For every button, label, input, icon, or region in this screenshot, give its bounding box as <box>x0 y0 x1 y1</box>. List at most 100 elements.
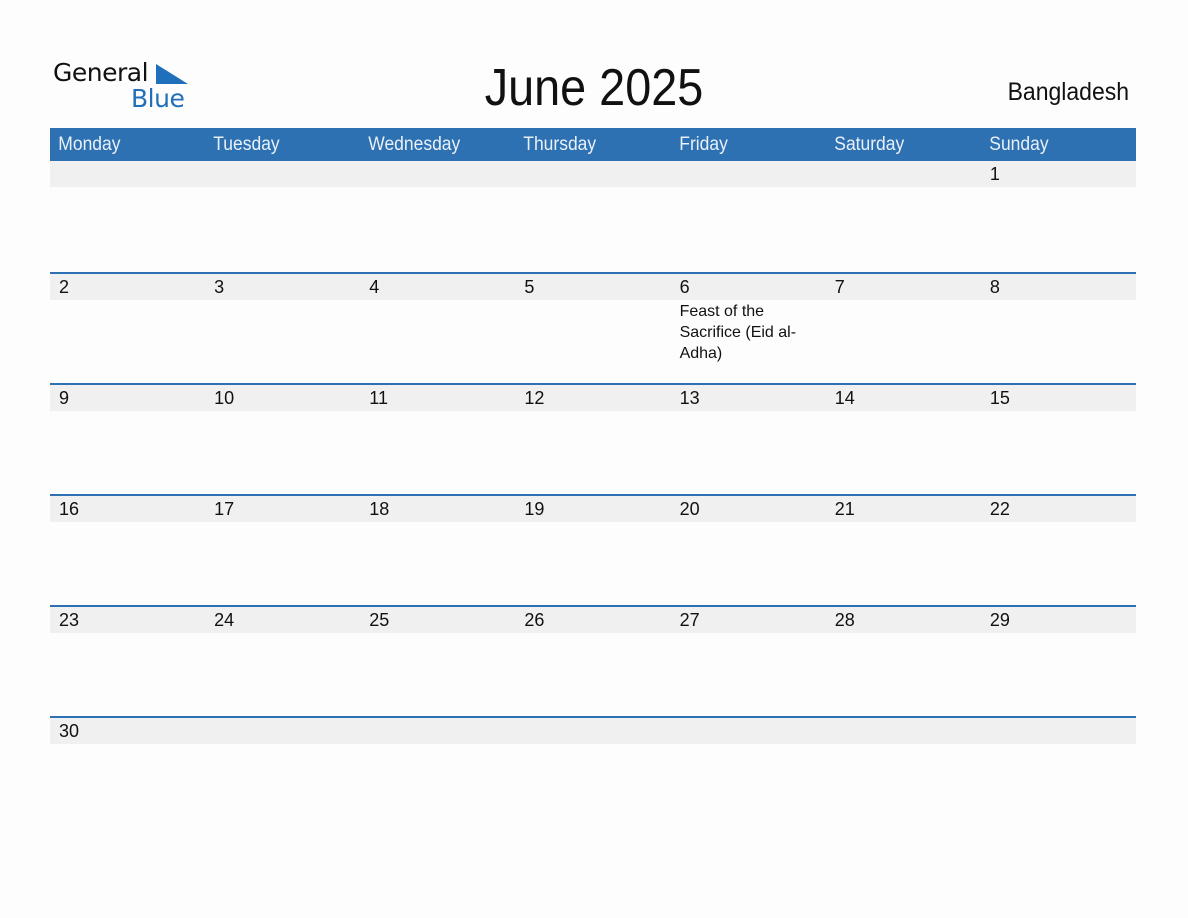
day-number: 13 <box>679 388 700 408</box>
day-number: 25 <box>369 610 390 630</box>
week-cells: 23 24 25 26 27 28 29 <box>50 607 1136 707</box>
day-cell <box>826 161 981 261</box>
day-number <box>826 718 981 744</box>
day-cell <box>360 161 515 261</box>
day-cell: 21 <box>826 496 981 596</box>
weekday-thursday: Thursday <box>523 134 597 155</box>
day-number: 23 <box>59 610 80 630</box>
day-number: 18 <box>369 499 390 519</box>
day-number: 29 <box>989 610 1010 630</box>
day-cell: 2 <box>50 274 205 374</box>
day-number: 15 <box>989 388 1010 408</box>
calendar-title: June 2025 <box>484 59 704 117</box>
day-cell <box>205 718 360 818</box>
day-cell: 4 <box>360 274 515 374</box>
day-number: 22 <box>989 499 1010 519</box>
day-cell: 27 <box>671 607 826 707</box>
day-number: 26 <box>524 610 545 630</box>
day-number <box>981 718 1136 744</box>
weekday-friday: Friday <box>678 134 728 155</box>
day-cell <box>826 718 981 818</box>
weekday-tuesday: Tuesday <box>213 134 280 155</box>
day-cell: 12 <box>515 385 670 485</box>
day-cell: 19 <box>515 496 670 596</box>
day-number <box>515 161 670 187</box>
day-cell: 24 <box>205 607 360 707</box>
day-number: 20 <box>679 499 700 519</box>
day-cell <box>515 161 670 261</box>
day-cell: 30 <box>50 718 205 818</box>
day-cell: 25 <box>360 607 515 707</box>
day-number: 3 <box>214 277 225 297</box>
week-row: 23 24 25 26 27 28 29 <box>50 605 1136 716</box>
day-cell: 15 <box>981 385 1136 485</box>
day-cell: 5 <box>515 274 670 374</box>
day-cell <box>671 161 826 261</box>
day-cell <box>671 718 826 818</box>
weekday-monday: Monday <box>58 134 121 155</box>
weekday-wednesday: Wednesday <box>368 134 461 155</box>
day-cell: 11 <box>360 385 515 485</box>
day-cell: 9 <box>50 385 205 485</box>
day-cell: 6 Feast of the Sacrifice (Eid al-Adha) <box>671 274 826 374</box>
week-cells: 30 <box>50 718 1136 818</box>
day-number: 12 <box>524 388 545 408</box>
calendar-grid: Monday Tuesday Wednesday Thursday Friday… <box>50 128 1136 827</box>
day-number: 1 <box>989 164 1000 184</box>
day-number: 4 <box>369 277 380 297</box>
day-number: 14 <box>834 388 855 408</box>
week-row: 30 <box>50 716 1136 827</box>
day-cell: 16 <box>50 496 205 596</box>
week-cells: 16 17 18 19 20 21 22 <box>50 496 1136 596</box>
week-cells: 9 10 11 12 13 14 15 <box>50 385 1136 485</box>
day-cell: 26 <box>515 607 670 707</box>
day-number: 2 <box>59 277 70 297</box>
day-number: 24 <box>214 610 235 630</box>
day-number: 10 <box>214 388 235 408</box>
day-number: 21 <box>834 499 855 519</box>
day-number: 16 <box>59 499 80 519</box>
day-number <box>205 161 360 187</box>
day-number <box>826 161 981 187</box>
day-number: 27 <box>679 610 700 630</box>
day-cell: 13 <box>671 385 826 485</box>
day-cell: 10 <box>205 385 360 485</box>
day-number: 11 <box>369 388 388 408</box>
week-row: 1 <box>50 161 1136 272</box>
day-number: 6 <box>679 277 690 297</box>
week-row: 9 10 11 12 13 14 15 <box>50 383 1136 494</box>
day-cell: 23 <box>50 607 205 707</box>
day-number: 30 <box>59 721 80 741</box>
day-number <box>515 718 670 744</box>
day-cell: 8 <box>981 274 1136 374</box>
week-row: 16 17 18 19 20 21 22 <box>50 494 1136 605</box>
day-number <box>671 718 826 744</box>
weekday-saturday: Saturday <box>833 134 904 155</box>
holiday-event: Feast of the Sacrifice (Eid al-Adha) <box>679 303 797 362</box>
day-cell <box>360 718 515 818</box>
day-cell: 22 <box>981 496 1136 596</box>
day-cell <box>205 161 360 261</box>
day-cell: 18 <box>360 496 515 596</box>
day-number: 9 <box>59 388 70 408</box>
day-cell <box>981 718 1136 818</box>
week-cells: 1 <box>50 161 1136 261</box>
day-cell: 1 <box>981 161 1136 261</box>
week-row: 2 3 4 5 6 Feast of the Sacrifice (Eid al-Adha… <box>50 272 1136 383</box>
day-number: 5 <box>524 277 535 297</box>
day-number: 7 <box>834 277 845 297</box>
day-cell: 17 <box>205 496 360 596</box>
day-number: 19 <box>524 499 545 519</box>
day-cell: 7 <box>826 274 981 374</box>
day-number <box>205 718 360 744</box>
weekday-header: Monday Tuesday Wednesday Thursday Friday… <box>50 128 1136 161</box>
day-cell: 28 <box>826 607 981 707</box>
country-label: Bangladesh <box>1007 78 1129 106</box>
day-cell <box>515 718 670 818</box>
day-cell <box>50 161 205 261</box>
weekday-sunday: Sunday <box>989 134 1049 155</box>
day-number <box>50 161 205 187</box>
day-number <box>671 161 826 187</box>
day-cell: 14 <box>826 385 981 485</box>
day-number <box>360 718 515 744</box>
